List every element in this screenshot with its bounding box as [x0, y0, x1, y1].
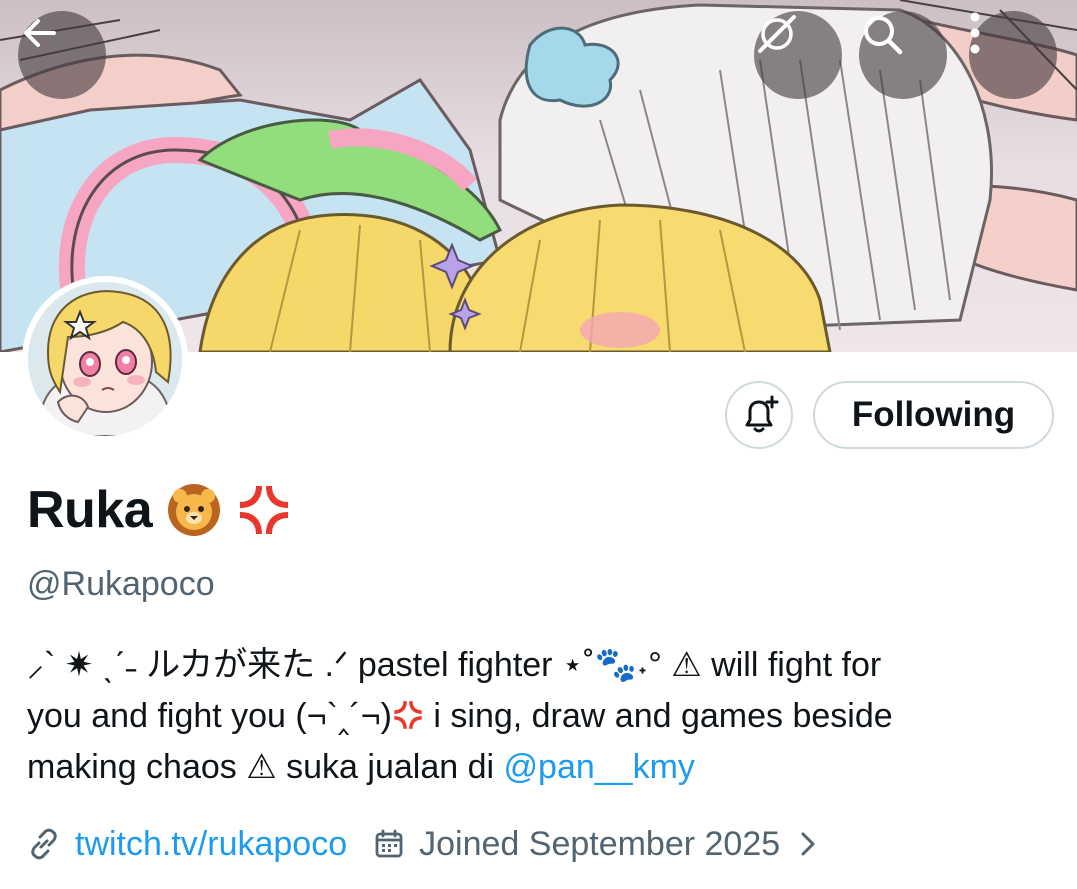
- anger-symbol-icon: [240, 486, 289, 534]
- joined-date: Joined September 2025: [419, 824, 781, 863]
- bell-plus-icon: [745, 395, 779, 433]
- bio-mention-link[interactable]: @pan__kmy: [504, 748, 695, 786]
- joined-chevron[interactable]: [798, 829, 818, 859]
- bio-line-2-a: you and fight you (¬`‸´¬): [27, 697, 392, 735]
- profile-meta-row: twitch.tv/rukapoco Joined September 2025: [27, 820, 818, 868]
- grok-icon: [758, 15, 796, 53]
- display-name: Ruka: [27, 481, 153, 539]
- bio-line-1: ⸝` ✷ ˎˊ˗ ルカが来た .ᐟ pastel fighter ⋆˚🐾˖° ⚠…: [27, 646, 882, 684]
- joined-item[interactable]: Joined September 2025: [373, 825, 818, 864]
- anger-symbol-icon: [394, 701, 422, 729]
- website-link[interactable]: twitch.tv/rukapoco: [75, 825, 347, 864]
- profile-handle: @Rukapoco: [27, 565, 215, 603]
- grok-button[interactable]: [754, 11, 842, 99]
- search-button[interactable]: [859, 11, 947, 99]
- arrow-left-icon: [24, 19, 56, 47]
- bio-line-2-b: i sing, draw and games beside: [423, 697, 893, 735]
- following-button[interactable]: Following: [813, 381, 1054, 449]
- avatar-image: [28, 282, 182, 436]
- lion-face-icon: [168, 484, 221, 536]
- search-icon: [864, 16, 903, 55]
- notifications-button[interactable]: [725, 381, 793, 449]
- profile-name-row: Ruka: [27, 478, 292, 542]
- link-icon: [31, 828, 57, 860]
- more-options-button[interactable]: [969, 11, 1057, 99]
- bio-line-3: making chaos ⚠ suka jualan di @pan__kmy: [27, 742, 1057, 793]
- chevron-right-icon: [801, 832, 815, 856]
- back-button[interactable]: [18, 11, 106, 99]
- calendar-icon: [375, 829, 403, 858]
- bio-line-3-a: making chaos ⚠ suka jualan di: [27, 748, 504, 786]
- avatar[interactable]: [22, 276, 188, 442]
- bio-line-2: you and fight you (¬`‸´¬) i sing, draw a…: [27, 691, 1057, 742]
- website-item: twitch.tv/rukapoco: [27, 825, 347, 864]
- profile-bio: ⸝` ✷ ˎˊ˗ ルカが来た .ᐟ pastel fighter ⋆˚🐾˖° ⚠…: [27, 640, 1057, 793]
- more-vertical-icon: [970, 12, 980, 54]
